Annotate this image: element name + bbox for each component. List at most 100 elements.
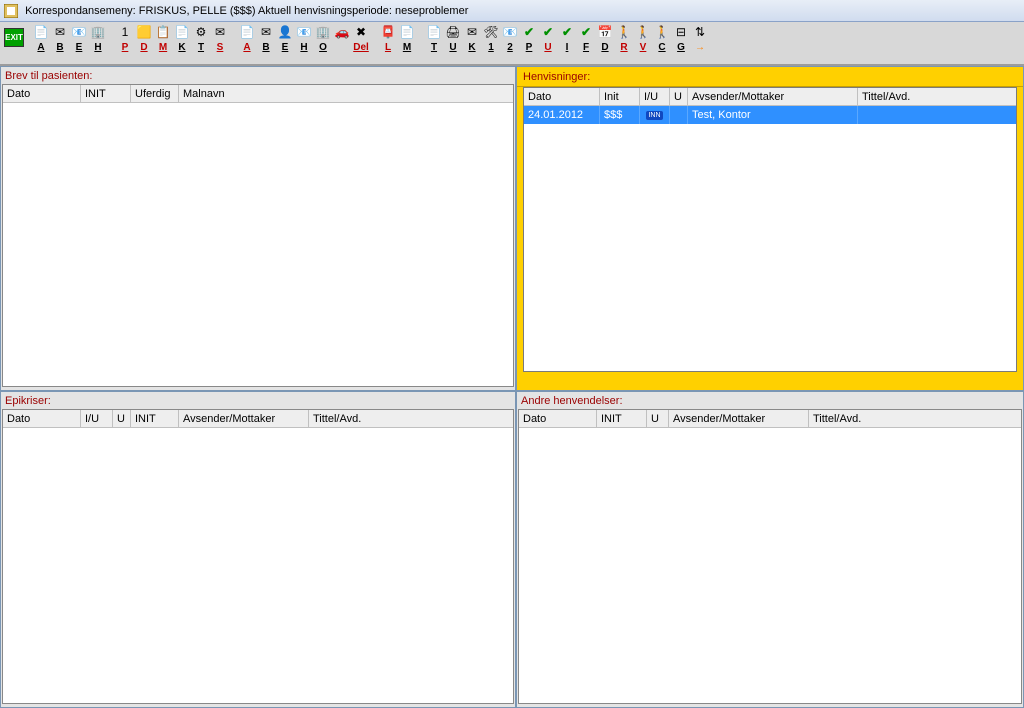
toolbar-button-P[interactable]: 1P bbox=[116, 24, 134, 56]
toolbar-button-E[interactable]: 👤E bbox=[276, 24, 294, 56]
cell-dato: 24.01.2012 bbox=[524, 106, 600, 124]
toolbar-button-M[interactable]: 📋M bbox=[154, 24, 172, 56]
toolbar-label: H bbox=[94, 42, 101, 56]
toolbar-button-S[interactable]: ✉S bbox=[211, 24, 229, 56]
toolbar-button-O[interactable]: 🏢O bbox=[314, 24, 332, 56]
toolbar-button-E[interactable]: 📧E bbox=[70, 24, 88, 56]
toolbar-label: P bbox=[526, 42, 533, 56]
toolbar-button-A[interactable]: 📄A bbox=[238, 24, 256, 56]
toolbar-label: Del bbox=[353, 42, 369, 56]
toolbar-button-U[interactable]: 🖨U bbox=[444, 24, 462, 56]
toolbar-button-T[interactable]: 📄T bbox=[425, 24, 443, 56]
app-icon bbox=[4, 4, 18, 18]
col-dato[interactable]: Dato bbox=[524, 88, 600, 105]
toolbar-button-P[interactable]: ✔P bbox=[520, 24, 538, 56]
toolbar-button-U[interactable]: ✔U bbox=[539, 24, 557, 56]
toolbar-label: C bbox=[658, 42, 665, 56]
window-title-text: Korrespondansemeny: FRISKUS, PELLE ($$$)… bbox=[25, 5, 468, 17]
toolbar-button-L[interactable]: 📮L bbox=[379, 24, 397, 56]
col-init[interactable]: INIT bbox=[131, 410, 179, 427]
toolbar-button-G[interactable]: ⊟G bbox=[672, 24, 690, 56]
col-u[interactable]: U bbox=[670, 88, 688, 105]
toolbar-button-H[interactable]: 🏢H bbox=[89, 24, 107, 56]
toolbar-button-K[interactable]: 📄K bbox=[173, 24, 191, 56]
toolbar-icon: 📧 bbox=[296, 24, 312, 40]
toolbar-button-F[interactable]: ✔F bbox=[577, 24, 595, 56]
col-init[interactable]: Init bbox=[600, 88, 640, 105]
col-tittel[interactable]: Tittel/Avd. bbox=[809, 410, 1021, 427]
panel-henv-title: Henvisninger: bbox=[517, 67, 1023, 87]
toolbar-icon: 🖨 bbox=[445, 24, 461, 40]
toolbar-icon: 📧 bbox=[71, 24, 87, 40]
toolbar-icon: 🛠 bbox=[483, 24, 499, 40]
brev-column-header: Dato INIT Uferdig Malnavn bbox=[3, 85, 513, 103]
brev-list[interactable] bbox=[3, 103, 513, 386]
toolbar-label: K bbox=[178, 42, 185, 56]
toolbar-label: M bbox=[403, 42, 411, 56]
andre-list[interactable] bbox=[519, 428, 1021, 703]
toolbar-icon: 📧 bbox=[502, 24, 518, 40]
inn-badge-icon: INN bbox=[646, 111, 662, 120]
toolbar-button-D[interactable]: 🟨D bbox=[135, 24, 153, 56]
toolbar-button-A[interactable]: 📄A bbox=[32, 24, 50, 56]
toolbar-button-C[interactable]: 🚶C bbox=[653, 24, 671, 56]
toolbar-label: A bbox=[37, 42, 44, 56]
col-dato[interactable]: Dato bbox=[3, 85, 81, 102]
toolbar-icon: 1 bbox=[117, 24, 133, 40]
toolbar-button-2[interactable]: 📧2 bbox=[501, 24, 519, 56]
toolbar-button-Del[interactable]: ✖Del bbox=[352, 24, 370, 56]
col-init[interactable]: INIT bbox=[597, 410, 647, 427]
toolbar-label: D bbox=[601, 42, 608, 56]
toolbar-label: H bbox=[300, 42, 307, 56]
toolbar-label: S bbox=[217, 42, 224, 56]
toolbar-label: → bbox=[695, 42, 705, 56]
col-iu[interactable]: I/U bbox=[640, 88, 670, 105]
col-avs[interactable]: Avsender/Mottaker bbox=[688, 88, 858, 105]
toolbar-icon: 🚶 bbox=[616, 24, 632, 40]
toolbar-button-T[interactable]: ⚙T bbox=[192, 24, 210, 56]
toolbar-label: F bbox=[583, 42, 589, 56]
col-avs[interactable]: Avsender/Mottaker bbox=[669, 410, 809, 427]
toolbar-button-I[interactable]: ✔I bbox=[558, 24, 576, 56]
toolbar-icon: 🚗 bbox=[334, 24, 350, 40]
check-icon: ✔ bbox=[559, 24, 575, 40]
toolbar-button-B[interactable]: ✉B bbox=[51, 24, 69, 56]
toolbar-label: R bbox=[620, 42, 627, 56]
toolbar-button-→[interactable]: ⇅→ bbox=[691, 24, 709, 56]
cell-iu: INN bbox=[640, 106, 670, 124]
col-iu[interactable]: I/U bbox=[81, 410, 113, 427]
exit-button[interactable]: EXIT bbox=[4, 28, 24, 47]
andre-column-header: Dato INIT U Avsender/Mottaker Tittel/Avd… bbox=[519, 410, 1021, 428]
col-tittel[interactable]: Tittel/Avd. bbox=[858, 88, 1016, 105]
toolbar-button-M[interactable]: 📄M bbox=[398, 24, 416, 56]
epik-list[interactable] bbox=[3, 428, 513, 703]
toolbar-icon: 👤 bbox=[277, 24, 293, 40]
toolbar-icon: 🟨 bbox=[136, 24, 152, 40]
col-uferdig[interactable]: Uferdig bbox=[131, 85, 179, 102]
toolbar-label: T bbox=[198, 42, 204, 56]
toolbar-button-V[interactable]: 🚶V bbox=[634, 24, 652, 56]
toolbar-button-K[interactable]: ✉K bbox=[463, 24, 481, 56]
toolbar-button-H[interactable]: 📧H bbox=[295, 24, 313, 56]
col-dato[interactable]: Dato bbox=[3, 410, 81, 427]
col-malnavn[interactable]: Malnavn bbox=[179, 85, 513, 102]
toolbar-button-icon[interactable]: 🚗 bbox=[333, 24, 351, 56]
col-avs[interactable]: Avsender/Mottaker bbox=[179, 410, 309, 427]
henv-row-selected[interactable]: 24.01.2012 $$$ INN Test, Kontor bbox=[524, 106, 1016, 124]
toolbar-button-R[interactable]: 🚶R bbox=[615, 24, 633, 56]
toolbar-button-D[interactable]: 📅D bbox=[596, 24, 614, 56]
col-tittel[interactable]: Tittel/Avd. bbox=[309, 410, 513, 427]
toolbar-icon: ✉ bbox=[464, 24, 480, 40]
henv-column-header: Dato Init I/U U Avsender/Mottaker Tittel… bbox=[524, 88, 1016, 106]
toolbar-icon: 📮 bbox=[380, 24, 396, 40]
toolbar-icon: ⇅ bbox=[692, 24, 708, 40]
col-u[interactable]: U bbox=[647, 410, 669, 427]
toolbar-button-1[interactable]: 🛠1 bbox=[482, 24, 500, 56]
col-u[interactable]: U bbox=[113, 410, 131, 427]
toolbar-button-B[interactable]: ✉B bbox=[257, 24, 275, 56]
col-dato[interactable]: Dato bbox=[519, 410, 597, 427]
col-init[interactable]: INIT bbox=[81, 85, 131, 102]
toolbar-icon: 📄 bbox=[399, 24, 415, 40]
toolbar-icon: ✉ bbox=[212, 24, 228, 40]
main-toolbar: EXIT 📄A✉B📧E🏢H1P🟨D📋M📄K⚙T✉S📄A✉B👤E📧H🏢O🚗✖Del… bbox=[0, 22, 1024, 66]
